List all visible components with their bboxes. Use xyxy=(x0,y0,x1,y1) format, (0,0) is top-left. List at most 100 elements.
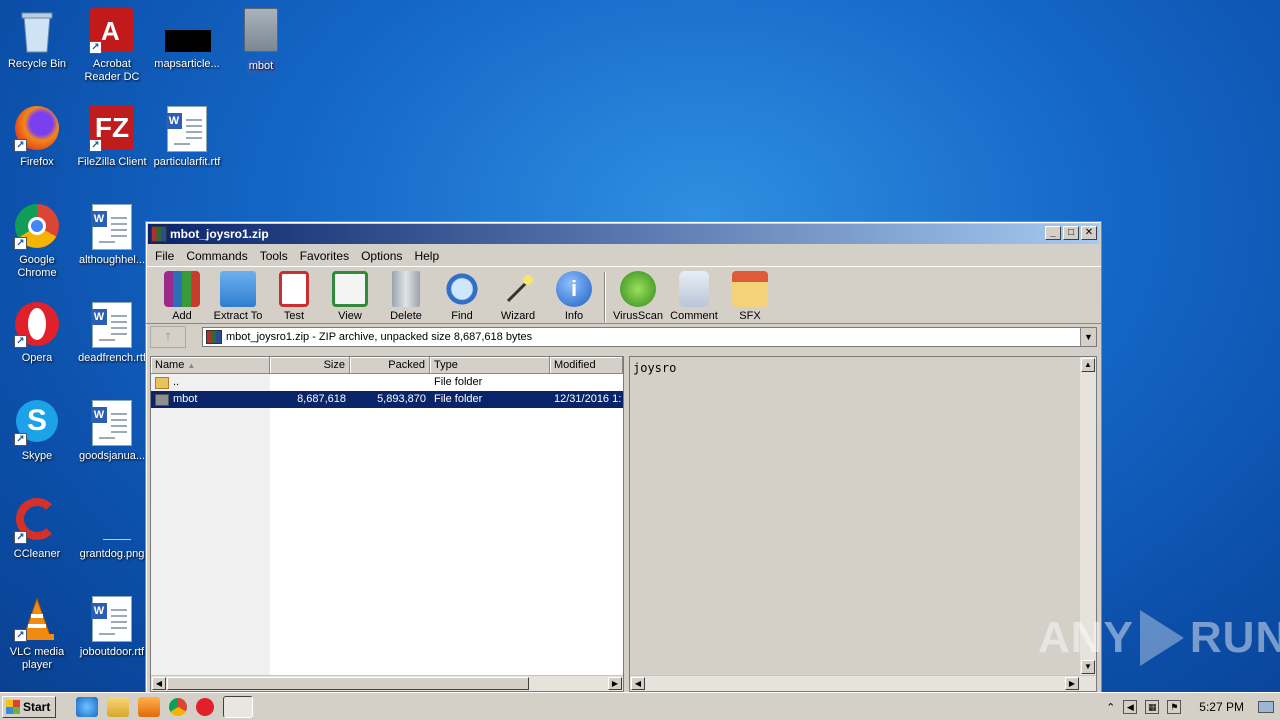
desktop-icon-filezilla[interactable]: FZ ↗ FileZilla Client xyxy=(75,104,149,194)
sort-ascending-icon: ▲ xyxy=(187,361,196,370)
close-button[interactable]: ✕ xyxy=(1081,226,1097,240)
title-bar[interactable]: mbot_joysro1.zip _ □ ✕ xyxy=(148,224,1099,244)
info-button[interactable]: i Info xyxy=(546,270,602,322)
test-button[interactable]: Test xyxy=(266,270,322,322)
start-button[interactable]: Start xyxy=(2,695,57,718)
word-document-icon: W xyxy=(164,106,210,152)
desktop-icon-skype[interactable]: S ↗ Skype xyxy=(0,398,74,488)
panes: Name ▲ Size Packed Type Modified .. File… xyxy=(150,356,1097,692)
desktop-icon-recycle-bin[interactable]: Recycle Bin xyxy=(0,6,74,96)
menu-options[interactable]: Options xyxy=(355,246,408,266)
menu-tools[interactable]: Tools xyxy=(254,246,294,266)
file-row-selected[interactable]: mbot 8,687,618 5,893,870 File folder 12/… xyxy=(151,391,623,408)
delete-button[interactable]: Delete xyxy=(378,270,434,322)
extract-to-button[interactable]: Extract To xyxy=(210,270,266,322)
desktop-icon-goodsjanua[interactable]: W goodsjanua... xyxy=(75,398,149,488)
word-document-icon: W xyxy=(89,400,135,446)
toolbar-separator xyxy=(604,272,606,322)
toolbar: Add Extract To Test View Delete Find Wiz… xyxy=(146,266,1101,324)
ccleaner-icon: ↗ xyxy=(14,498,60,544)
column-size[interactable]: Size xyxy=(270,357,350,373)
scroll-left-icon[interactable]: ◀ xyxy=(631,677,645,690)
word-document-icon: W xyxy=(89,596,135,642)
maximize-button[interactable]: □ xyxy=(1063,226,1079,240)
window-title: mbot_joysro1.zip xyxy=(170,227,269,241)
folder-icon xyxy=(238,8,284,54)
desktop-icon-opera[interactable]: ↗ Opera xyxy=(0,300,74,390)
up-folder-button[interactable]: ↑ xyxy=(150,326,186,348)
opera-taskbar-icon[interactable] xyxy=(196,697,215,716)
desktop-icon-particularfit[interactable]: W particularfit.rtf xyxy=(150,104,224,194)
opera-icon: ↗ xyxy=(14,302,60,348)
comment-button[interactable]: Comment xyxy=(666,270,722,322)
scroll-right-icon[interactable]: ▶ xyxy=(608,677,622,690)
archive-comment: joysro xyxy=(633,361,677,375)
menu-file[interactable]: File xyxy=(149,246,180,266)
address-dropdown-button[interactable]: ▼ xyxy=(1080,328,1096,346)
internet-explorer-icon[interactable] xyxy=(76,696,99,717)
view-button[interactable]: View xyxy=(322,270,378,322)
scroll-up-icon[interactable]: ▲ xyxy=(1081,358,1095,372)
menu-help[interactable]: Help xyxy=(408,246,445,266)
file-list[interactable]: Name ▲ Size Packed Type Modified .. File… xyxy=(150,356,624,692)
add-button[interactable]: Add xyxy=(154,270,210,322)
address-field[interactable]: mbot_joysro1.zip - ZIP archive, unpacked… xyxy=(202,327,1097,347)
desktop-icon-mapsarticle[interactable]: mapsarticle... xyxy=(150,6,224,96)
shortcut-arrow-icon: ↗ xyxy=(89,41,102,54)
desktop-icon-joboutdoor[interactable]: W joboutdoor.rtf xyxy=(75,594,149,684)
find-button[interactable]: Find xyxy=(434,270,490,322)
desktop-icon-ccleaner[interactable]: ↗ CCleaner xyxy=(0,496,74,586)
scroll-thumb[interactable] xyxy=(167,677,529,690)
volume-icon[interactable]: ◀ xyxy=(1123,700,1138,714)
add-archive-icon xyxy=(164,271,200,307)
sfx-button[interactable]: SFX xyxy=(722,270,778,322)
file-row[interactable]: .. File folder xyxy=(151,374,623,391)
column-type[interactable]: Type xyxy=(430,357,550,373)
network-icon[interactable]: ▦ xyxy=(1145,700,1160,714)
shortcut-arrow-icon: ↗ xyxy=(14,433,27,446)
tray-expand-icon[interactable]: ⌃ xyxy=(1106,701,1115,714)
comment-hscrollbar[interactable]: ◀ ▶ xyxy=(630,675,1096,691)
desktop-icon-firefox[interactable]: ↗ Firefox xyxy=(0,104,74,194)
desktop-icon-acrobat[interactable]: A ↗ Acrobat Reader DC xyxy=(75,6,149,96)
minimize-button[interactable]: _ xyxy=(1045,226,1061,240)
desktop-icon-chrome[interactable]: ↗ Google Chrome xyxy=(0,202,74,292)
scroll-right-icon[interactable]: ▶ xyxy=(1065,677,1079,690)
clock[interactable]: 5:27 PM xyxy=(1199,700,1244,714)
desktop-icon-deadfrench[interactable]: W deadfrench.rtf xyxy=(75,300,149,390)
recycle-bin-icon xyxy=(14,8,60,54)
filezilla-icon: FZ ↗ xyxy=(89,106,135,152)
desktop-icon-grantdog[interactable]: grantdog.png xyxy=(75,496,149,586)
media-player-icon[interactable] xyxy=(138,696,161,717)
column-name[interactable]: Name ▲ xyxy=(151,357,270,373)
comment-pane[interactable]: joysro ▲ ▼ ◀ ▶ xyxy=(629,356,1097,692)
extract-folder-icon xyxy=(220,271,256,307)
windows-flag-icon xyxy=(6,699,20,714)
winrar-app-icon xyxy=(151,226,167,242)
taskbar: Start ⌃ ◀ ▦ ⚑ 5:27 PM xyxy=(0,692,1280,720)
menu-commands[interactable]: Commands xyxy=(180,246,253,266)
winrar-taskbar-icon[interactable] xyxy=(223,695,254,718)
sfx-box-icon xyxy=(732,271,768,307)
shortcut-arrow-icon: ↗ xyxy=(14,335,27,348)
column-modified[interactable]: Modified xyxy=(550,357,623,373)
shortcut-arrow-icon: ↗ xyxy=(14,629,27,642)
shortcut-arrow-icon: ↗ xyxy=(14,139,27,152)
show-desktop-icon[interactable] xyxy=(1258,701,1274,713)
file-list-hscrollbar[interactable]: ◀ ▶ xyxy=(151,675,623,691)
desktop-icon-mbot-folder[interactable]: mbot xyxy=(224,6,298,96)
chrome-taskbar-icon[interactable] xyxy=(169,697,188,716)
scroll-left-icon[interactable]: ◀ xyxy=(152,677,166,690)
column-packed[interactable]: Packed xyxy=(350,357,430,373)
file-explorer-icon[interactable] xyxy=(107,696,130,717)
menu-favorites[interactable]: Favorites xyxy=(294,246,355,266)
virusscan-button[interactable]: VirusScan xyxy=(610,270,666,322)
winrar-window: mbot_joysro1.zip _ □ ✕ File Commands Too… xyxy=(145,221,1102,693)
wizard-button[interactable]: Wizard xyxy=(490,270,546,322)
desktop-icon-althoughhel[interactable]: W althoughhel... xyxy=(75,202,149,292)
shortcut-arrow-icon: ↗ xyxy=(14,531,27,544)
desktop-icon-vlc[interactable]: ↗ VLC media player xyxy=(0,594,74,684)
archive-icon xyxy=(206,330,222,344)
action-center-flag-icon[interactable]: ⚑ xyxy=(1167,700,1182,714)
magnifier-icon xyxy=(444,271,480,307)
